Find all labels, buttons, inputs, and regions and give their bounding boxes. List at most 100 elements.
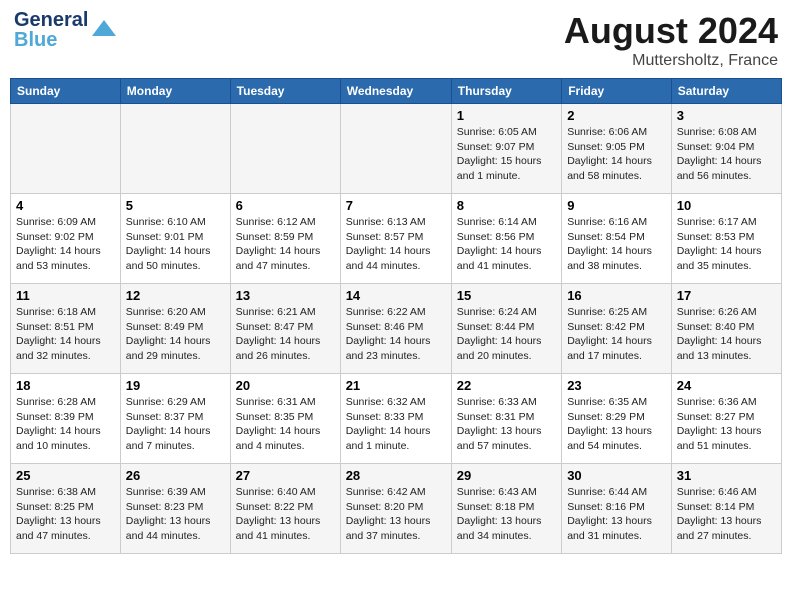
day-number: 27 <box>236 468 335 483</box>
calendar-cell: 10 Sunrise: 6:17 AM Sunset: 8:53 PM Dayli… <box>671 194 781 284</box>
calendar-cell: 26 Sunrise: 6:39 AM Sunset: 8:23 PM Dayli… <box>120 464 230 554</box>
calendar-cell: 9Sunrise: 6:16 AM Sunset: 8:54 PM Daylig… <box>562 194 672 284</box>
calendar-cell: 31Sunrise: 6:46 AM Sunset: 8:14 PM Dayli… <box>671 464 781 554</box>
week-row-1: 1 Sunrise: 6:05 AM Sunset: 9:07 PM Daylig… <box>11 104 782 194</box>
week-row-4: 18 Sunrise: 6:28 AM Sunset: 8:39 PM Dayli… <box>11 374 782 464</box>
day-number: 8 <box>457 198 556 213</box>
calendar-cell: 29Sunrise: 6:43 AM Sunset: 8:18 PM Dayli… <box>451 464 561 554</box>
day-info: Sunrise: 6:38 AM Sunset: 8:25 PM Dayligh… <box>16 485 115 544</box>
day-info: Sunrise: 6:32 AM Sunset: 8:33 PM Dayligh… <box>346 395 446 454</box>
header-wednesday: Wednesday <box>340 79 451 104</box>
calendar-header-row: Sunday Monday Tuesday Wednesday Thursday… <box>11 79 782 104</box>
calendar-cell: 14Sunrise: 6:22 AM Sunset: 8:46 PM Dayli… <box>340 284 451 374</box>
day-number: 30 <box>567 468 666 483</box>
calendar-cell <box>11 104 121 194</box>
page-header: General Blue August 2024 Muttersholtz, F… <box>10 10 782 70</box>
day-number: 2 <box>567 108 666 123</box>
day-number: 11 <box>16 288 115 303</box>
title-block: August 2024 Muttersholtz, France <box>564 10 778 70</box>
day-info: Sunrise: 6:09 AM Sunset: 9:02 PM Dayligh… <box>16 215 115 274</box>
day-number: 24 <box>677 378 776 393</box>
day-info: Sunrise: 6:12 AM Sunset: 8:59 PM Dayligh… <box>236 215 335 274</box>
header-tuesday: Tuesday <box>230 79 340 104</box>
day-info: Sunrise: 6:17 AM Sunset: 8:53 PM Dayligh… <box>677 215 776 274</box>
logo-blue: Blue <box>14 30 88 50</box>
day-number: 20 <box>236 378 335 393</box>
day-info: Sunrise: 6:06 AM Sunset: 9:05 PM Dayligh… <box>567 125 666 184</box>
day-info: Sunrise: 6:33 AM Sunset: 8:31 PM Dayligh… <box>457 395 556 454</box>
calendar-cell: 3 Sunrise: 6:08 AM Sunset: 9:04 PM Daylig… <box>671 104 781 194</box>
calendar-cell: 17Sunrise: 6:26 AM Sunset: 8:40 PM Dayli… <box>671 284 781 374</box>
calendar-cell: 28 Sunrise: 6:42 AM Sunset: 8:20 PM Dayli… <box>340 464 451 554</box>
day-number: 22 <box>457 378 556 393</box>
location-subtitle: Muttersholtz, France <box>564 52 778 70</box>
calendar-cell: 13 Sunrise: 6:21 AM Sunset: 8:47 PM Dayli… <box>230 284 340 374</box>
calendar-cell: 24Sunrise: 6:36 AM Sunset: 8:27 PM Dayli… <box>671 374 781 464</box>
day-info: Sunrise: 6:21 AM Sunset: 8:47 PM Dayligh… <box>236 305 335 364</box>
calendar-cell <box>120 104 230 194</box>
calendar-cell: 23 Sunrise: 6:35 AM Sunset: 8:29 PM Dayli… <box>562 374 672 464</box>
day-info: Sunrise: 6:35 AM Sunset: 8:29 PM Dayligh… <box>567 395 666 454</box>
day-number: 26 <box>126 468 225 483</box>
day-number: 17 <box>677 288 776 303</box>
day-number: 4 <box>16 198 115 213</box>
header-sunday: Sunday <box>11 79 121 104</box>
calendar-cell: 15Sunrise: 6:24 AM Sunset: 8:44 PM Dayli… <box>451 284 561 374</box>
calendar-cell: 27 Sunrise: 6:40 AM Sunset: 8:22 PM Dayli… <box>230 464 340 554</box>
day-number: 10 <box>677 198 776 213</box>
calendar-cell: 18 Sunrise: 6:28 AM Sunset: 8:39 PM Dayli… <box>11 374 121 464</box>
day-info: Sunrise: 6:29 AM Sunset: 8:37 PM Dayligh… <box>126 395 225 454</box>
calendar-cell: 16Sunrise: 6:25 AM Sunset: 8:42 PM Dayli… <box>562 284 672 374</box>
day-info: Sunrise: 6:40 AM Sunset: 8:22 PM Dayligh… <box>236 485 335 544</box>
week-row-2: 4 Sunrise: 6:09 AM Sunset: 9:02 PM Daylig… <box>11 194 782 284</box>
day-info: Sunrise: 6:14 AM Sunset: 8:56 PM Dayligh… <box>457 215 556 274</box>
day-number: 21 <box>346 378 446 393</box>
calendar-table: Sunday Monday Tuesday Wednesday Thursday… <box>10 78 782 554</box>
day-info: Sunrise: 6:42 AM Sunset: 8:20 PM Dayligh… <box>346 485 446 544</box>
calendar-cell: 5Sunrise: 6:10 AM Sunset: 9:01 PM Daylig… <box>120 194 230 284</box>
calendar-cell <box>230 104 340 194</box>
day-number: 9 <box>567 198 666 213</box>
calendar-cell: 12 Sunrise: 6:20 AM Sunset: 8:49 PM Dayli… <box>120 284 230 374</box>
day-info: Sunrise: 6:22 AM Sunset: 8:46 PM Dayligh… <box>346 305 446 364</box>
day-info: Sunrise: 6:46 AM Sunset: 8:14 PM Dayligh… <box>677 485 776 544</box>
calendar-cell: 1 Sunrise: 6:05 AM Sunset: 9:07 PM Daylig… <box>451 104 561 194</box>
day-number: 1 <box>457 108 556 123</box>
week-row-5: 25 Sunrise: 6:38 AM Sunset: 8:25 PM Dayli… <box>11 464 782 554</box>
day-number: 13 <box>236 288 335 303</box>
day-info: Sunrise: 6:05 AM Sunset: 9:07 PM Dayligh… <box>457 125 556 184</box>
header-thursday: Thursday <box>451 79 561 104</box>
calendar-cell: 2 Sunrise: 6:06 AM Sunset: 9:05 PM Daylig… <box>562 104 672 194</box>
logo-icon <box>90 16 118 44</box>
day-number: 3 <box>677 108 776 123</box>
day-number: 25 <box>16 468 115 483</box>
day-info: Sunrise: 6:24 AM Sunset: 8:44 PM Dayligh… <box>457 305 556 364</box>
calendar-cell: 25 Sunrise: 6:38 AM Sunset: 8:25 PM Dayli… <box>11 464 121 554</box>
day-info: Sunrise: 6:28 AM Sunset: 8:39 PM Dayligh… <box>16 395 115 454</box>
logo: General Blue <box>14 10 118 50</box>
header-saturday: Saturday <box>671 79 781 104</box>
day-number: 7 <box>346 198 446 213</box>
day-number: 12 <box>126 288 225 303</box>
day-info: Sunrise: 6:18 AM Sunset: 8:51 PM Dayligh… <box>16 305 115 364</box>
day-info: Sunrise: 6:39 AM Sunset: 8:23 PM Dayligh… <box>126 485 225 544</box>
day-number: 18 <box>16 378 115 393</box>
day-info: Sunrise: 6:25 AM Sunset: 8:42 PM Dayligh… <box>567 305 666 364</box>
calendar-cell: 21 Sunrise: 6:32 AM Sunset: 8:33 PM Dayli… <box>340 374 451 464</box>
calendar-cell: 7 Sunrise: 6:13 AM Sunset: 8:57 PM Daylig… <box>340 194 451 284</box>
day-info: Sunrise: 6:08 AM Sunset: 9:04 PM Dayligh… <box>677 125 776 184</box>
day-info: Sunrise: 6:10 AM Sunset: 9:01 PM Dayligh… <box>126 215 225 274</box>
calendar-cell: 30 Sunrise: 6:44 AM Sunset: 8:16 PM Dayli… <box>562 464 672 554</box>
header-friday: Friday <box>562 79 672 104</box>
logo-general: General <box>14 10 88 30</box>
calendar-cell: 4 Sunrise: 6:09 AM Sunset: 9:02 PM Daylig… <box>11 194 121 284</box>
calendar-cell: 8 Sunrise: 6:14 AM Sunset: 8:56 PM Daylig… <box>451 194 561 284</box>
day-info: Sunrise: 6:44 AM Sunset: 8:16 PM Dayligh… <box>567 485 666 544</box>
day-info: Sunrise: 6:20 AM Sunset: 8:49 PM Dayligh… <box>126 305 225 364</box>
day-number: 23 <box>567 378 666 393</box>
week-row-3: 11 Sunrise: 6:18 AM Sunset: 8:51 PM Dayli… <box>11 284 782 374</box>
day-number: 29 <box>457 468 556 483</box>
day-number: 28 <box>346 468 446 483</box>
calendar-cell: 20Sunrise: 6:31 AM Sunset: 8:35 PM Dayli… <box>230 374 340 464</box>
day-info: Sunrise: 6:13 AM Sunset: 8:57 PM Dayligh… <box>346 215 446 274</box>
